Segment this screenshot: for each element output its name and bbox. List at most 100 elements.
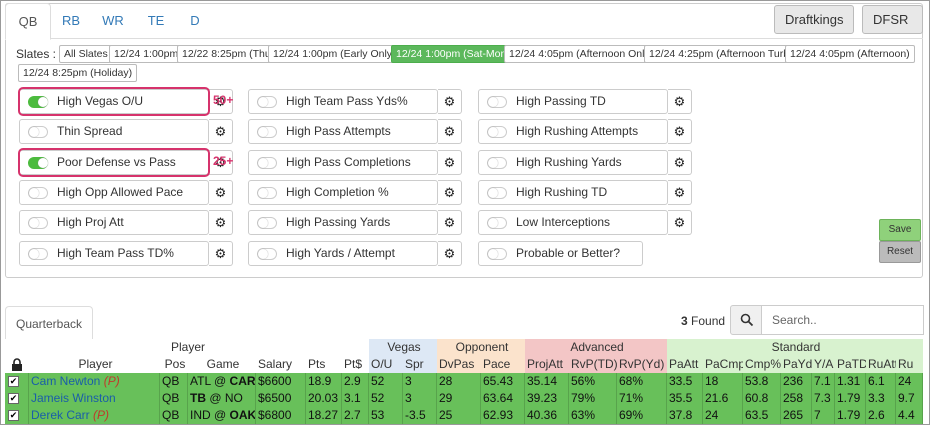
column-header[interactable]: RuAtt: [866, 356, 896, 373]
gear-icon[interactable]: ⚙: [438, 119, 462, 144]
gear-icon[interactable]: ⚙: [209, 180, 233, 205]
tab-te[interactable]: TE: [135, 3, 177, 39]
gear-icon[interactable]: ⚙: [668, 89, 692, 114]
table-row[interactable]: ✔ Cam Newton (P) QB ATL @ CAR $6600 18.9 2.9 52…: [5, 373, 923, 390]
filter-toggle[interactable]: [28, 126, 48, 138]
stat-cell: 7: [812, 407, 835, 424]
annotation-label: 50+: [213, 93, 234, 107]
slate-button[interactable]: 12/24 4:05pm (Afternoon Only): [504, 45, 659, 63]
row-checkbox[interactable]: ✔: [8, 410, 19, 421]
column-header[interactable]: PaYd: [781, 356, 812, 373]
column-header[interactable]: Game: [188, 356, 256, 373]
slate-button-active[interactable]: 12/24 1:00pm (Sat-Mon): [391, 45, 515, 63]
gear-icon[interactable]: ⚙: [209, 241, 233, 266]
filter-toggle[interactable]: [257, 187, 277, 199]
filter-toggle[interactable]: [28, 248, 48, 260]
table-row[interactable]: ✔ Jameis Winston QB TB @ NO $6500 20.03 3.1 52…: [5, 390, 923, 407]
gear-icon[interactable]: ⚙: [668, 180, 692, 205]
column-header[interactable]: Spr: [403, 356, 437, 373]
column-header[interactable]: Pace: [481, 356, 525, 373]
toggle-knob: [488, 188, 498, 198]
filter-toggle[interactable]: [487, 157, 507, 169]
filter-row: Probable or Better?: [478, 241, 643, 266]
column-header[interactable]: DvPas: [437, 356, 481, 373]
filter-toggle[interactable]: [28, 217, 48, 229]
column-header[interactable]: PaCmp: [703, 356, 743, 373]
slate-button[interactable]: 12/24 8:25pm (Holiday): [18, 64, 138, 82]
filter-toggle[interactable]: [257, 96, 277, 108]
row-checkbox[interactable]: ✔: [8, 376, 19, 387]
stat-cell: -3.5: [403, 407, 437, 424]
gear-icon[interactable]: ⚙: [209, 210, 233, 235]
filter-toggle[interactable]: [257, 248, 277, 260]
column-header[interactable]: Cmp%: [743, 356, 781, 373]
tab-qb[interactable]: QB: [5, 3, 51, 40]
filter-toggle[interactable]: [487, 126, 507, 138]
filter-toggle[interactable]: [487, 187, 507, 199]
column-header[interactable]: O/U: [369, 356, 403, 373]
search-addon[interactable]: [730, 305, 762, 335]
filter-toggle[interactable]: [257, 217, 277, 229]
gear-icon[interactable]: ⚙: [438, 150, 462, 175]
slate-button[interactable]: 12/24 1:00pm (Early Only): [268, 45, 401, 63]
lock-icon[interactable]: [5, 356, 29, 373]
slate-button[interactable]: 12/24 4:25pm (Afternoon Turbo): [644, 45, 804, 63]
highlight-box: [18, 148, 210, 177]
stat-cell: 1.31: [835, 373, 866, 390]
table-row[interactable]: ✔ Derek Carr (P) QB IND @ OAK $6800 18.27 2.7 5…: [5, 407, 923, 424]
stat-cell: 52: [369, 373, 403, 390]
gear-icon[interactable]: ⚙: [438, 210, 462, 235]
reset-button[interactable]: Reset: [879, 241, 921, 263]
slate-button[interactable]: 12/24 4:05pm (Afternoon): [785, 45, 915, 63]
site-dropdown[interactable]: Draftkings: [774, 5, 854, 50]
group-header-player: Player: [5, 339, 369, 356]
gear-icon[interactable]: ⚙: [668, 119, 692, 144]
gear-icon[interactable]: ⚙: [668, 150, 692, 175]
column-header[interactable]: Pts: [306, 356, 342, 373]
column-header[interactable]: RvP(TD): [569, 356, 617, 373]
filter-toggle[interactable]: [28, 187, 48, 199]
column-header[interactable]: Pt$: [342, 356, 369, 373]
column-header[interactable]: ProjAtt: [525, 356, 569, 373]
tab-wr[interactable]: WR: [91, 3, 135, 39]
filter-row: High Proj Att ⚙: [19, 210, 233, 235]
filter-toggle[interactable]: [257, 126, 277, 138]
column-header[interactable]: Pos: [160, 356, 188, 373]
tab-quarterback[interactable]: Quarterback: [5, 306, 93, 340]
column-header[interactable]: Salary: [256, 356, 306, 373]
filter-toggle[interactable]: [487, 96, 507, 108]
save-button[interactable]: Save: [879, 219, 921, 241]
search-input[interactable]: [762, 305, 924, 335]
column-header[interactable]: Player: [29, 356, 160, 373]
tab-rb[interactable]: RB: [51, 3, 91, 39]
stat-cell: 53.8: [743, 373, 781, 390]
filter-label: High Rushing Yards: [516, 155, 622, 169]
stat-cell: 28: [437, 373, 481, 390]
filter-toggle[interactable]: [257, 157, 277, 169]
column-header[interactable]: PaTD: [835, 356, 866, 373]
gear-icon[interactable]: ⚙: [209, 119, 233, 144]
player-name-link[interactable]: Derek Carr: [31, 408, 90, 422]
gear-icon[interactable]: ⚙: [438, 241, 462, 266]
slate-button[interactable]: 12/24 1:00pm: [109, 45, 184, 63]
filter-toggle[interactable]: [487, 217, 507, 229]
stat-cell: 265: [781, 407, 812, 424]
filter-toggle[interactable]: [487, 248, 507, 260]
stat-cell: 65.43: [481, 373, 525, 390]
player-name-link[interactable]: Jameis Winston: [31, 391, 116, 405]
column-header[interactable]: RvP(Yd): [617, 356, 667, 373]
player-name-cell: Derek Carr (P): [29, 407, 160, 424]
column-header[interactable]: PaAtt: [667, 356, 703, 373]
row-checkbox[interactable]: ✔: [8, 393, 19, 404]
slate-button[interactable]: 12/22 8:25pm (Thu): [177, 45, 280, 63]
gear-icon[interactable]: ⚙: [438, 89, 462, 114]
column-header[interactable]: Y/A: [812, 356, 835, 373]
gear-icon[interactable]: ⚙: [438, 180, 462, 205]
gear-icon[interactable]: ⚙: [668, 210, 692, 235]
player-name-link[interactable]: Cam Newton: [31, 374, 100, 388]
slate-button[interactable]: All Slates: [59, 45, 113, 63]
projection-dropdown[interactable]: DFSR: [862, 5, 923, 50]
filter-label: High Opp Allowed Pace: [57, 185, 184, 199]
tab-d[interactable]: D: [177, 3, 213, 39]
column-header[interactable]: Ru: [896, 356, 923, 373]
